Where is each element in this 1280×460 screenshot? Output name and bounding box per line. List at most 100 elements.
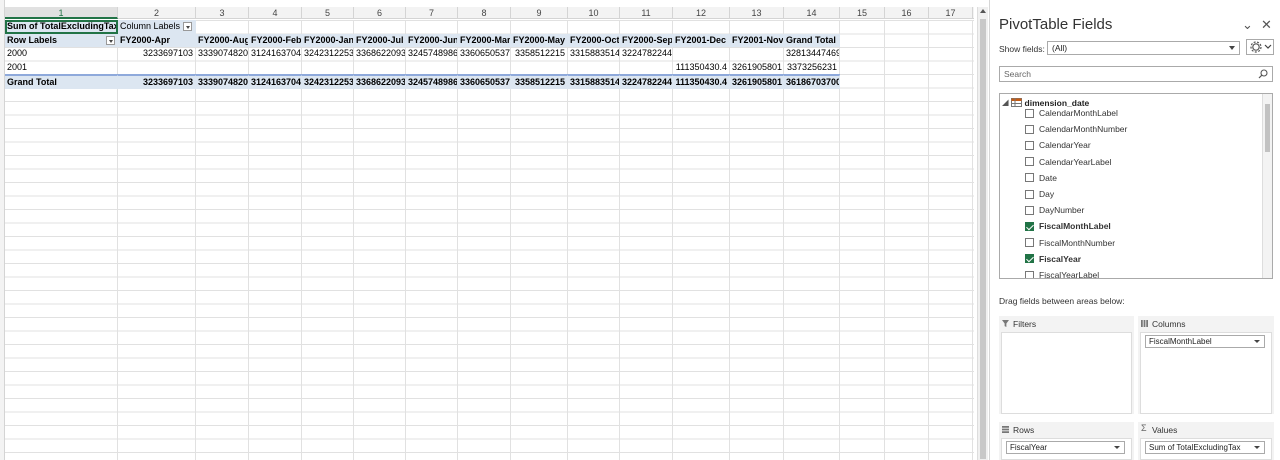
- values-drop-zone[interactable]: Sum of TotalExcludingTax: [1140, 438, 1272, 460]
- checkbox-icon[interactable]: [1025, 140, 1034, 150]
- pivot-value-cell[interactable]: 3261905801: [730, 75, 784, 89]
- chevron-down-icon[interactable]: [1114, 446, 1120, 449]
- checkbox-icon[interactable]: [1025, 173, 1034, 183]
- pivot-value-cell[interactable]: [354, 61, 406, 75]
- pivot-value-cell[interactable]: 3124163704: [249, 47, 302, 61]
- field-item[interactable]: FiscalYear: [1025, 252, 1081, 266]
- rows-field-pill[interactable]: FiscalYear: [1006, 441, 1125, 454]
- pivot-value-cell[interactable]: 3360650537: [458, 47, 511, 61]
- column-header-14[interactable]: 14: [784, 7, 840, 19]
- checkbox-icon[interactable]: [1025, 205, 1034, 215]
- pivot-column-header[interactable]: FY2000-Oct: [568, 33, 620, 47]
- chevron-down-icon[interactable]: [1254, 340, 1260, 343]
- pivot-value-cell[interactable]: 3339074820: [196, 75, 249, 89]
- column-header-3[interactable]: 3: [196, 7, 249, 19]
- pivot-value-cell[interactable]: 3368622093: [354, 75, 406, 89]
- values-field-pill[interactable]: Sum of TotalExcludingTax: [1145, 441, 1265, 454]
- field-item[interactable]: CalendarMonthNumber: [1025, 122, 1127, 136]
- pivot-column-header[interactable]: FY2001-Nov: [730, 33, 784, 47]
- pivot-value-cell[interactable]: [620, 61, 673, 75]
- filters-drop-zone[interactable]: [1001, 332, 1132, 414]
- spreadsheet-area[interactable]: 1 2 3 4 5 6 7 8 9 10 11 12 13 14 15 16 17 Sum of TotalEx…: [0, 0, 974, 460]
- column-header-8[interactable]: 8: [458, 7, 511, 19]
- row-labels-cell[interactable]: Row Labels: [5, 33, 118, 47]
- pivot-value-cell[interactable]: 36186703700: [784, 75, 840, 89]
- chevron-down-icon[interactable]: [1254, 446, 1260, 449]
- pivot-column-header[interactable]: Grand Total: [784, 33, 840, 47]
- pivot-column-header[interactable]: FY2000-Sep: [620, 33, 673, 47]
- pivot-value-cell[interactable]: 3261905801: [730, 61, 784, 75]
- pivot-value-cell[interactable]: 3245748986: [406, 47, 458, 61]
- column-header-7[interactable]: 7: [406, 7, 458, 19]
- collapse-icon[interactable]: ◢: [1002, 97, 1009, 108]
- pivot-column-header[interactable]: FY2000-Jul: [354, 33, 406, 47]
- rows-drop-zone[interactable]: FiscalYear: [1001, 438, 1132, 460]
- pivot-column-header[interactable]: FY2000-Aug: [196, 33, 249, 47]
- pivot-value-cell[interactable]: 32813447469: [784, 47, 840, 61]
- field-item[interactable]: CalendarMonthLabel: [1025, 106, 1118, 120]
- pivot-value-cell[interactable]: 3373256231: [784, 61, 840, 75]
- pivot-column-header[interactable]: FY2000-May: [511, 33, 568, 47]
- field-list-scrollbar[interactable]: [1262, 94, 1272, 278]
- pivot-value-cell[interactable]: 3224782244: [620, 75, 673, 89]
- pivot-value-cell[interactable]: 3233697103: [118, 75, 196, 89]
- pivot-value-cell[interactable]: [568, 61, 620, 75]
- row-label[interactable]: 2000: [5, 47, 118, 61]
- columns-area[interactable]: Columns FiscalMonthLabel: [1138, 316, 1274, 414]
- pivot-value-cell[interactable]: [196, 61, 249, 75]
- rows-area[interactable]: Rows FiscalYear: [999, 422, 1134, 460]
- column-header-1[interactable]: 1: [5, 7, 118, 19]
- field-item[interactable]: DayNumber: [1025, 203, 1084, 217]
- pivot-value-cell[interactable]: 3233697103: [118, 47, 196, 61]
- close-icon[interactable]: ✕: [1261, 18, 1272, 31]
- column-header-11[interactable]: 11: [620, 7, 673, 19]
- pivot-column-header[interactable]: FY2000-Mar: [458, 33, 511, 47]
- column-filter-dropdown-icon[interactable]: [183, 22, 193, 32]
- checkbox-icon[interactable]: [1025, 157, 1034, 167]
- field-item[interactable]: Day: [1025, 187, 1054, 201]
- pivot-value-cell[interactable]: [458, 61, 511, 75]
- checkbox-icon[interactable]: [1025, 270, 1034, 278]
- pivot-value-cell[interactable]: 3224782244: [620, 47, 673, 61]
- checkbox-icon[interactable]: [1025, 108, 1034, 118]
- pivot-value-cell[interactable]: 111350430.4: [673, 75, 730, 89]
- pivot-value-cell[interactable]: 3242312253: [302, 75, 354, 89]
- pivot-value-cell[interactable]: [302, 61, 354, 75]
- field-list[interactable]: ◢ dimension_date CalendarMonthLabel Calen…: [999, 93, 1273, 279]
- pivot-value-cell[interactable]: [730, 47, 784, 61]
- field-item[interactable]: Date: [1025, 171, 1057, 185]
- columns-drop-zone[interactable]: FiscalMonthLabel: [1140, 332, 1272, 414]
- row-label[interactable]: 2001: [5, 61, 118, 75]
- values-area[interactable]: Σ Values Sum of TotalExcludingTax: [1138, 422, 1274, 460]
- pivot-value-cell[interactable]: 3360650537: [458, 75, 511, 89]
- pivot-value-cell[interactable]: 3358512215: [511, 75, 568, 89]
- column-header-16[interactable]: 16: [885, 7, 929, 19]
- pivot-value-cell[interactable]: [511, 61, 568, 75]
- pivot-value-cell[interactable]: 3368622093: [354, 47, 406, 61]
- field-search-input[interactable]: Search: [999, 66, 1273, 82]
- column-header-5[interactable]: 5: [302, 7, 354, 19]
- pivot-value-cell[interactable]: [673, 47, 730, 61]
- pivot-value-cell[interactable]: 3245748986: [406, 75, 458, 89]
- sheet-vertical-scrollbar[interactable]: [977, 7, 988, 460]
- field-list-settings-button[interactable]: [1246, 39, 1274, 55]
- column-header-15[interactable]: 15: [840, 7, 885, 19]
- pivot-column-header[interactable]: FY2000-Apr: [118, 33, 196, 47]
- column-header-10[interactable]: 10: [568, 7, 620, 19]
- column-header-9[interactable]: 9: [511, 7, 568, 19]
- checkbox-icon[interactable]: [1025, 189, 1034, 199]
- field-item[interactable]: FiscalYearLabel: [1025, 268, 1099, 278]
- checkbox-icon[interactable]: [1025, 124, 1034, 134]
- column-header-12[interactable]: 12: [673, 7, 730, 19]
- column-header-2[interactable]: 2: [118, 7, 196, 19]
- pivot-value-cell[interactable]: 3358512215: [511, 47, 568, 61]
- pivot-value-cell[interactable]: 111350430.4: [673, 61, 730, 75]
- pivot-column-header[interactable]: FY2001-Dec: [673, 33, 730, 47]
- pivot-value-field-label[interactable]: Sum of TotalExcludingTax: [5, 20, 118, 34]
- scrollbar-thumb[interactable]: [980, 19, 986, 459]
- checkbox-checked-icon[interactable]: [1025, 254, 1034, 264]
- field-item[interactable]: FiscalMonthLabel: [1025, 219, 1111, 233]
- pivot-column-header[interactable]: FY2000-Jun: [406, 33, 458, 47]
- filters-area[interactable]: Filters: [999, 316, 1134, 414]
- column-header-4[interactable]: 4: [249, 7, 302, 19]
